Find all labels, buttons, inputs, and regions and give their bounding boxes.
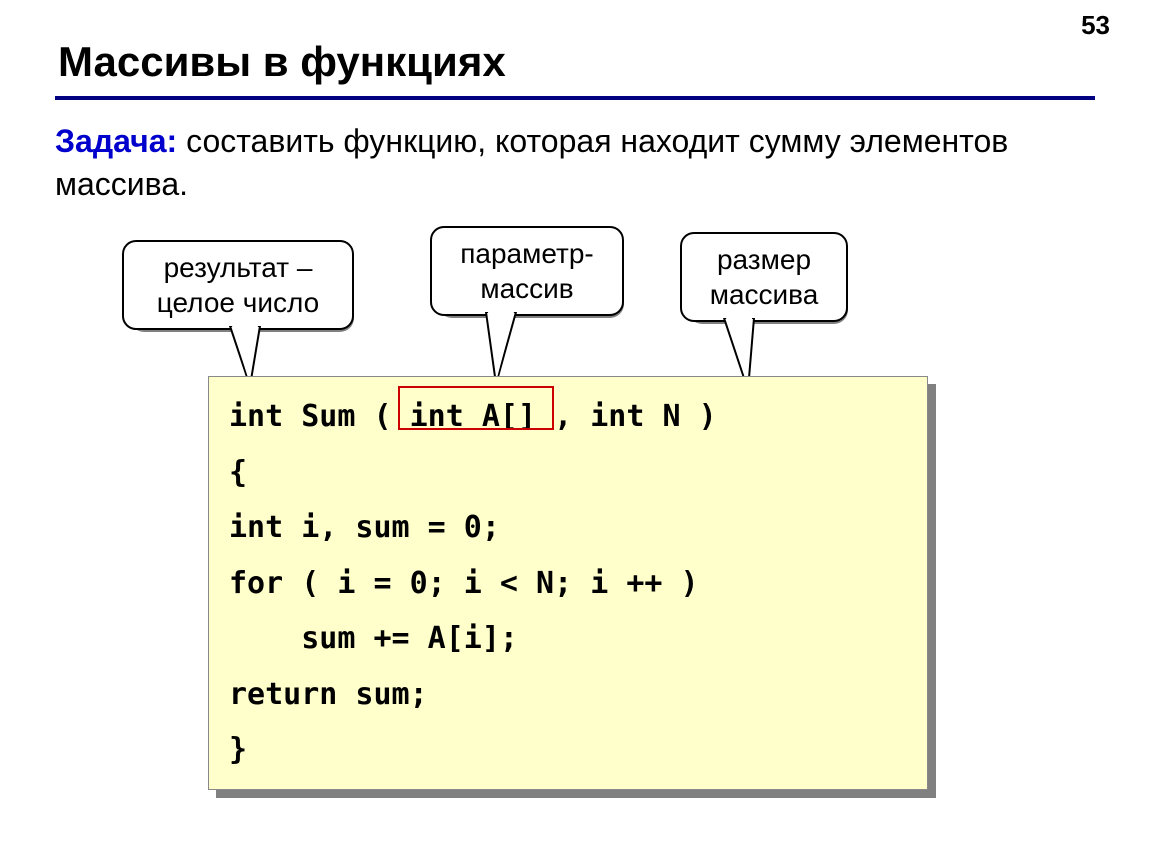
code-line-7: } [229,732,247,767]
highlight-box [398,386,554,430]
task-label: Задача: [55,123,177,159]
task-body: составить функцию, которая находит сумму… [55,123,1008,202]
code-line-1a: int Sum ( [229,399,410,434]
code-line-3: int i, sum = 0; [229,510,500,545]
slide-title: Массивы в функциях [58,38,506,86]
callout-result-line1: результат – [164,252,313,283]
callout-size-line2: массива [710,279,819,310]
title-underline [55,96,1095,100]
code-line-1c: , int N ) [536,399,717,434]
callout-param-line1: параметр- [460,238,594,269]
callout-size: размер массива [680,232,848,322]
callout-result-line2: целое число [157,287,319,318]
callout-param: параметр- массив [430,226,624,316]
page-number: 53 [1081,10,1110,41]
code-line-4: for ( i = 0; i < N; i ++ ) [229,566,699,601]
callout-result: результат – целое число [122,240,354,330]
code-line-6: return sum; [229,677,428,712]
task-text: Задача: составить функцию, которая наход… [55,120,1095,206]
code-block: int Sum ( int A[] , int N ) { int i, sum… [208,376,928,790]
code-line-5: sum += A[i]; [229,621,518,656]
callout-param-line2: массив [480,273,573,304]
code-line-2: { [229,455,247,490]
callout-size-line1: размер [717,244,811,275]
